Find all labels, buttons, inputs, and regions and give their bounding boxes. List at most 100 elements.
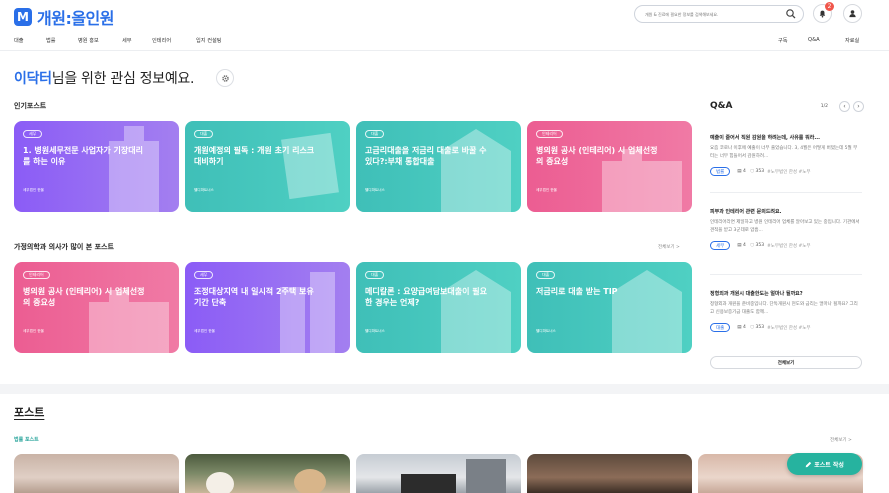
nav-item-subscribe[interactable]: 구독 <box>778 37 788 44</box>
search-input[interactable] <box>645 11 783 17</box>
card-author: 세무법인 한울 <box>23 329 44 333</box>
card-image <box>612 270 682 353</box>
qa-pager: 1/2 <box>820 104 828 109</box>
qa-panel: Q&A 1/2 ‹ › 예출이 줄어서 직원 감원을 하려는데, 사유를 뭐라.… <box>708 96 866 377</box>
post-card[interactable]: 대출 개원예정의 필독 : 개원 초기 리스크 대비하기 헬디파트너스 <box>185 121 350 212</box>
dog-image <box>206 469 326 493</box>
pencil-icon <box>805 461 812 467</box>
card-tag: 대출 <box>365 130 385 138</box>
nav-item-location[interactable]: 입지 컨설팅 <box>196 37 222 44</box>
post-card[interactable]: 인테리어 병의원 공사 (인테리어) 시 업체선정의 중요성 세무법인 한울 <box>527 121 692 212</box>
nav-item-library[interactable]: 자료실 <box>845 37 859 44</box>
post-photo[interactable] <box>527 454 692 493</box>
qa-item[interactable]: 정형외과 개원시 대출한도는 얼마나 될까요? 정형외과 개원을 준비중입니다.… <box>710 290 860 332</box>
qa-item[interactable]: 피부과 인테리어 관련 문의드려요. 인테리어라면 제일하고 병원 인테리어 업… <box>710 208 860 250</box>
card-author: 헬디파트너스 <box>365 329 385 333</box>
post-photo[interactable] <box>185 454 350 493</box>
greeting-text: 님을 위한 관심 정보예요. <box>51 71 195 87</box>
write-post-button[interactable]: 포스트 작성 <box>787 453 862 475</box>
qa-tags: #노무법인 한성 #노무 <box>767 243 811 249</box>
posts-more-link[interactable]: 전체보기 > <box>830 437 852 443</box>
specialty-title: 가정의학과 의사가 많이 본 포스트 <box>14 243 114 251</box>
qa-body: 요즘 코로나 이후에 예출이 너무 줄었습니다. 3, 4월은 어떻게 버텼는데… <box>710 146 858 159</box>
card-author: 세무법인 한울 <box>23 188 44 192</box>
nav-item-tax[interactable]: 세무 <box>122 37 132 44</box>
card-title: 1. 병원세무전문 사업자가 기장대리를 하는 이유 <box>23 146 143 166</box>
qa-category-chip[interactable]: 법률 <box>710 167 731 176</box>
user-icon <box>849 10 856 18</box>
qa-meta: 세무 ▤ 4 ◌ 353 #노무법인 한성 #노무 <box>710 241 860 250</box>
post-card[interactable]: 세무 1. 병원세무전문 사업자가 기장대리를 하는 이유 세무법인 한울 <box>14 121 179 212</box>
logo-text: 개원:올인원 <box>37 9 115 28</box>
comment-icon: ▤ <box>737 243 742 248</box>
view-count: 353 <box>755 325 765 330</box>
posts-title: 포스트 <box>14 406 45 419</box>
view-count: 353 <box>755 169 765 174</box>
section-band <box>0 384 889 394</box>
nav-item-qa[interactable]: Q&A <box>808 37 820 43</box>
post-card[interactable]: 대출 고금리대출을 저금리 대출로 바꿀 수 있다?:부채 통합대출 헬디파트너… <box>356 121 521 212</box>
nav-item-law[interactable]: 법률 <box>46 37 56 44</box>
card-author: 헬디파트너스 <box>365 188 385 192</box>
post-photo[interactable] <box>14 454 179 493</box>
settings-button[interactable] <box>216 69 234 87</box>
logo[interactable]: M 개원:올인원 <box>14 5 115 29</box>
notification-badge: 2 <box>825 2 834 11</box>
qa-body: 인테리어라면 제일하고 병원 인테리어 업체를 알아보고 있는 중입니다. 기관… <box>710 220 860 233</box>
chevron-left-icon[interactable]: ‹ <box>839 101 850 112</box>
qa-view-all-button[interactable]: 전체보기 <box>710 356 862 369</box>
comment-count: 4 <box>742 243 746 248</box>
card-tag: 인테리어 <box>23 271 50 279</box>
logo-mark-icon: M <box>14 8 32 26</box>
qa-question: 정형외과 개원시 대출한도는 얼마나 될까요? <box>710 291 803 297</box>
write-post-label: 포스트 작성 <box>814 461 844 469</box>
card-title: 조정대상지역 내 일시적 2주택 보유 기간 단축 <box>194 287 314 307</box>
comment-count: 4 <box>742 169 746 174</box>
notification-button[interactable]: 2 <box>813 2 834 23</box>
card-tag: 대출 <box>536 271 556 279</box>
popular-title: 인기포스트 <box>14 102 47 110</box>
post-card[interactable]: 대출 저금리로 대출 받는 TIP 헬디파트너스 <box>527 262 692 353</box>
qa-tags: #노무법인 한성 #노무 <box>767 325 811 331</box>
profile-button[interactable] <box>843 4 862 23</box>
qa-question: 예출이 줄어서 직원 감원을 하려는데, 사유를 뭐라... <box>710 135 821 141</box>
card-title: 고금리대출을 저금리 대출로 바꿀 수 있다?:부채 통합대출 <box>365 146 487 166</box>
card-author: 헬디파트너스 <box>536 329 556 333</box>
view-icon: ◌ <box>750 325 755 330</box>
card-title: 개원예정의 필독 : 개원 초기 리스크 대비하기 <box>194 146 315 166</box>
nav-item-loan[interactable]: 대출 <box>14 37 24 44</box>
top-bar: M 개원:올인원 2 <box>0 0 889 30</box>
qa-category-chip[interactable]: 세무 <box>710 241 731 250</box>
chevron-right-icon[interactable]: › <box>853 101 864 112</box>
card-author: 헬디파트너스 <box>194 188 214 192</box>
card-tag: 인테리어 <box>536 130 563 138</box>
specialty-more-link[interactable]: 전체보기 > <box>658 244 680 250</box>
divider <box>710 192 862 193</box>
post-photo[interactable] <box>356 454 521 493</box>
qa-body: 정형외과 개원을 준비중입니다. 단독개원시 현도와 금리는 얼마나 될까요? … <box>710 302 858 315</box>
divider <box>0 50 889 51</box>
card-tag: 대출 <box>365 271 385 279</box>
qa-tags: #노무법인 한성 #노무 <box>767 169 811 175</box>
qa-meta: 법률 ▤ 4 ◌ 353 #노무법인 한성 #노무 <box>710 167 860 176</box>
search-icon[interactable] <box>785 8 797 20</box>
card-title: 병의원 공사 (인테리어) 시 업체선정의 중요성 <box>536 146 658 166</box>
qa-title: Q&A <box>710 101 733 111</box>
post-card[interactable]: 인테리어 병의원 공사 (인테리어) 시 업체선정의 중요성 세무법인 한울 <box>14 262 179 353</box>
card-author: 세무법인 한울 <box>536 188 557 192</box>
nav-item-marketing[interactable]: 병원 홍보 <box>78 37 99 44</box>
qa-item[interactable]: 예출이 줄어서 직원 감원을 하려는데, 사유를 뭐라... 요즘 코로나 이후… <box>710 134 860 176</box>
card-tag: 세무 <box>23 130 43 138</box>
card-tag: 세무 <box>194 271 214 279</box>
card-author: 세무법인 한울 <box>194 329 215 333</box>
view-icon: ◌ <box>750 243 755 248</box>
posts-subtitle: 법률 포스트 <box>14 437 39 443</box>
post-card[interactable]: 대출 메디칼론 : 요양급여담보대출이 필요한 경우는 언제? 헬디파트너스 <box>356 262 521 353</box>
nav-item-interior[interactable]: 인테리어 <box>152 37 171 44</box>
user-name: 이닥터 <box>14 71 52 87</box>
post-card[interactable]: 세무 조정대상지역 내 일시적 2주택 보유 기간 단축 세무법인 한울 <box>185 262 350 353</box>
gear-icon <box>221 74 229 82</box>
search-box[interactable] <box>634 5 804 23</box>
category-nav: 대출 법률 병원 홍보 세무 인테리어 입지 컨설팅 구독 Q&A 자료실 <box>0 34 889 48</box>
qa-category-chip[interactable]: 대출 <box>710 323 731 332</box>
